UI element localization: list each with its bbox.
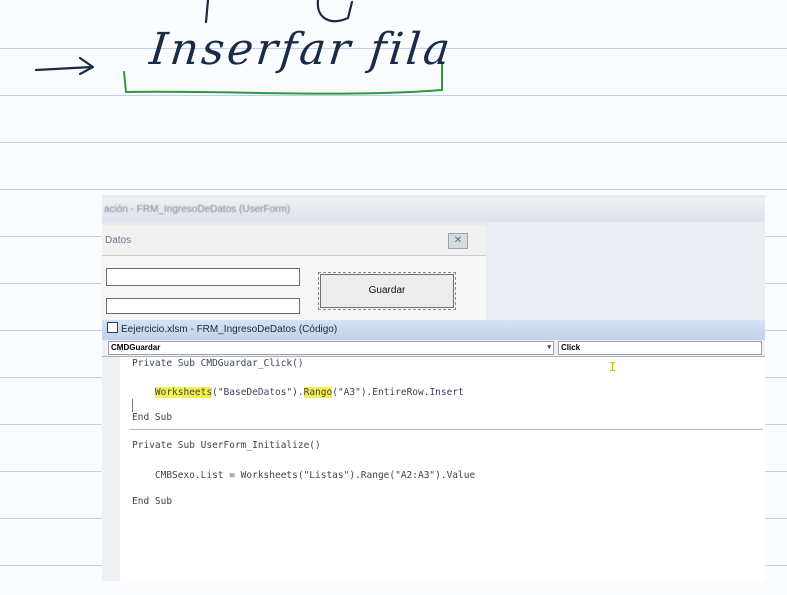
text-cursor-icon: I <box>609 360 617 374</box>
window-icon <box>107 322 118 333</box>
code-sheet-arg: ("BaseDeDatos"). <box>212 387 304 398</box>
procedure-separator <box>130 429 763 430</box>
procedure-selectors: CMDGuardar ▾ Click <box>102 340 765 357</box>
userform-body: Guardar <box>102 255 486 321</box>
close-icon[interactable]: ✕ <box>448 233 468 249</box>
code-window-title: Eejercicio.xlsm - FRM_IngresoDeDatos (Có… <box>121 324 338 335</box>
code-line-sub2-end: End Sub <box>132 496 173 507</box>
code-window-titlebar[interactable]: Eejercicio.xlsm - FRM_IngresoDeDatos (Có… <box>102 320 765 340</box>
code-line-sub1-header: Private Sub CMDGuardar_Click() <box>132 358 304 369</box>
background-window-title: ación - FRM_IngresoDeDatos (UserForm) <box>102 198 765 222</box>
textbox-1[interactable] <box>106 268 300 286</box>
code-window: Eejercicio.xlsm - FRM_IngresoDeDatos (Có… <box>102 320 765 581</box>
text-caret <box>132 399 133 412</box>
userform-designer: Datos ✕ Guardar <box>102 225 487 321</box>
procedure-dropdown[interactable]: Click <box>558 341 762 355</box>
userform-caption: Datos <box>105 235 132 246</box>
designer-background <box>486 222 765 323</box>
code-line-sub1-end: End Sub <box>132 412 173 423</box>
handwritten-notes: ⟶ Inserfar fila <box>0 0 787 140</box>
code-line-sub2-body: CMBSexo.List = Worksheets("Listas").Rang… <box>132 470 476 481</box>
handwritten-title: Inserfar fila <box>147 24 456 75</box>
highlight-worksheets: Worksheets <box>154 387 213 398</box>
chevron-down-icon: ▾ <box>547 344 551 351</box>
object-dropdown[interactable]: CMDGuardar ▾ <box>108 341 554 355</box>
screen-photo: ación - FRM_IngresoDeDatos (UserForm) Da… <box>102 195 765 581</box>
code-insert-tail: ("A3").EntireRow.Insert <box>332 387 464 398</box>
code-line-sub2-header: Private Sub UserForm_Initialize() <box>132 440 321 451</box>
code-line-insert: Worksheets("BaseDeDatos").Rango("A3").En… <box>132 387 464 398</box>
procedure-dropdown-value: Click <box>561 343 581 352</box>
code-editor[interactable]: Private Sub CMDGuardar_Click() Worksheet… <box>102 357 765 581</box>
object-dropdown-value: CMDGuardar <box>111 343 161 352</box>
textbox-2[interactable] <box>106 298 300 314</box>
highlight-rango: Rango <box>303 387 333 398</box>
background-vba-window: ación - FRM_IngresoDeDatos (UserForm) Da… <box>102 195 765 323</box>
guardar-button[interactable]: Guardar <box>318 272 456 310</box>
